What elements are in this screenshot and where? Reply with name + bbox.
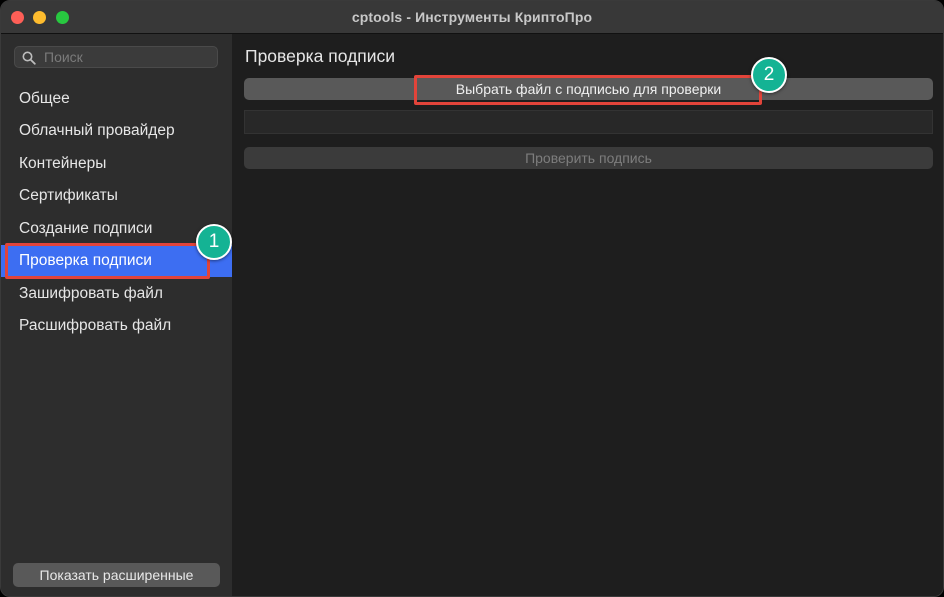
sidebar-item-encrypt-file[interactable]: Зашифровать файл (1, 278, 232, 310)
page-title: Проверка подписи (245, 46, 396, 66)
annotation-highlight-sidebar (5, 243, 210, 279)
annotation-badge-2: 2 (751, 57, 787, 93)
app-window: cptools - Инструменты КриптоПро Общее Об… (0, 0, 944, 597)
annotation-badge-1: 1 (196, 224, 232, 260)
annotation-highlight-select-button (414, 75, 762, 105)
show-advanced-button[interactable]: Показать расширенные (13, 563, 220, 587)
sidebar-item-containers[interactable]: Контейнеры (1, 148, 232, 180)
verify-signature-button[interactable]: Проверить подпись (244, 147, 933, 169)
sidebar-item-cloud-provider[interactable]: Облачный провайдер (1, 115, 232, 147)
sidebar-item-certificates[interactable]: Сертификаты (1, 180, 232, 212)
sidebar-item-general[interactable]: Общее (1, 83, 232, 115)
file-path-field[interactable] (244, 110, 933, 134)
sidebar: Общее Облачный провайдер Контейнеры Серт… (1, 34, 232, 596)
window-title: cptools - Инструменты КриптоПро (351, 9, 593, 25)
sidebar-item-decrypt-file[interactable]: Расшифровать файл (1, 310, 232, 342)
main-panel: Проверка подписи Выбрать файл с подписью… (232, 34, 943, 596)
search-icon (22, 51, 36, 65)
title-bar: cptools - Инструменты КриптоПро (1, 1, 943, 34)
search-box[interactable] (14, 46, 218, 68)
search-input[interactable] (44, 48, 214, 66)
